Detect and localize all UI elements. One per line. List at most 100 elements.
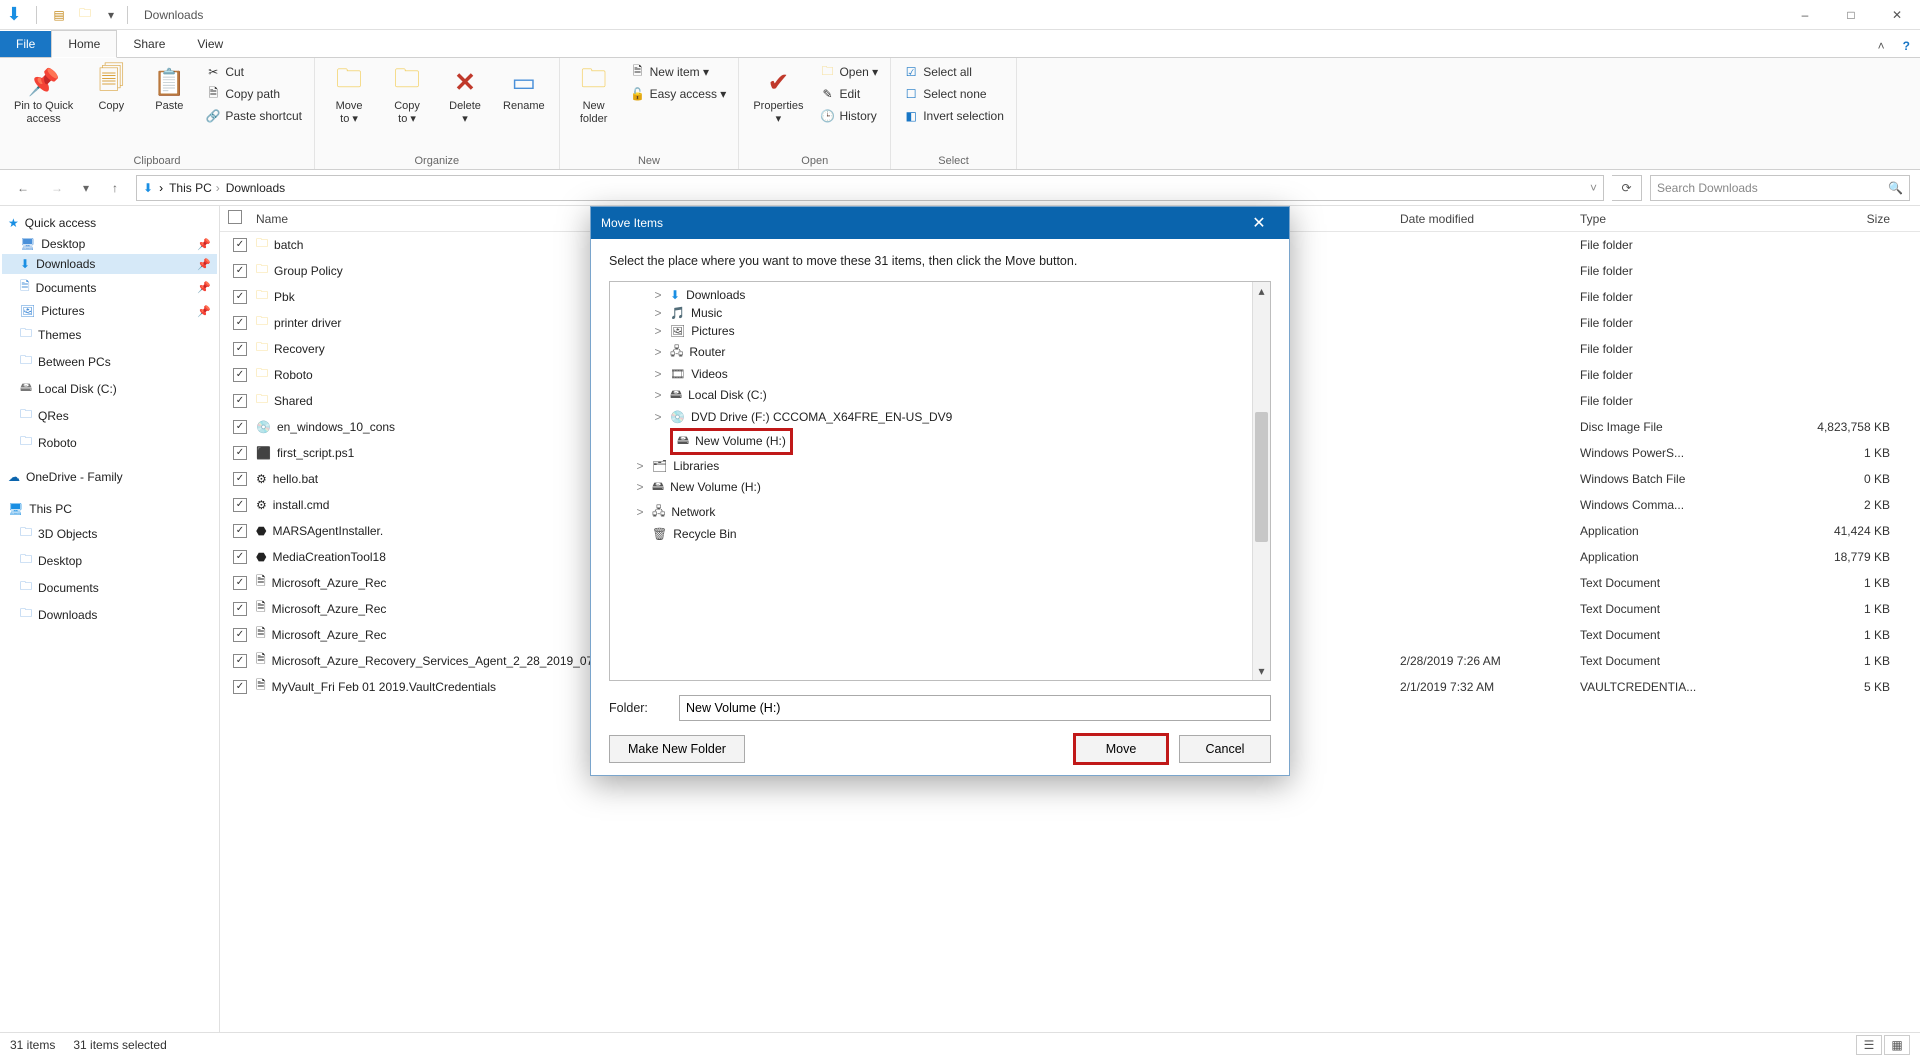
nav-up-button[interactable]: ↑ [102, 175, 128, 201]
easy-access-button[interactable]: 🔓Easy access ▾ [626, 84, 731, 104]
row-checkbox[interactable]: ✓ [233, 368, 247, 382]
sidebar-item-local-disk-c-[interactable]: 🖴Local Disk (C:) [2, 375, 217, 402]
new-folder-button[interactable]: 🗀New folder [568, 62, 620, 129]
tab-view[interactable]: View [181, 31, 239, 57]
select-all-button[interactable]: ☑Select all [899, 62, 1008, 82]
row-checkbox[interactable]: ✓ [233, 680, 247, 694]
row-checkbox[interactable]: ✓ [233, 602, 247, 616]
tree-item-libraries[interactable]: >🗂Libraries [612, 457, 1268, 475]
expander-icon[interactable]: > [634, 459, 646, 473]
column-type[interactable]: Type [1580, 212, 1760, 226]
row-checkbox[interactable]: ✓ [233, 290, 247, 304]
sidebar-item-downloads[interactable]: ⬇Downloads📌 [2, 254, 217, 274]
tree-item-dvd-drive-f-cccoma-x64fre-en-us-dv9[interactable]: >💿DVD Drive (F:) CCCOMA_X64FRE_EN-US_DV9 [612, 408, 1268, 426]
minimize-button[interactable]: – [1782, 0, 1828, 30]
row-checkbox[interactable]: ✓ [233, 446, 247, 460]
expander-icon[interactable]: > [652, 288, 664, 302]
search-input[interactable]: Search Downloads 🔍 [1650, 175, 1910, 201]
row-checkbox[interactable]: ✓ [233, 576, 247, 590]
move-confirm-button[interactable]: Move [1075, 735, 1167, 763]
column-date[interactable]: Date modified [1400, 212, 1580, 226]
row-checkbox[interactable]: ✓ [233, 550, 247, 564]
tab-home[interactable]: Home [51, 30, 117, 58]
folder-input[interactable] [679, 695, 1271, 721]
close-button[interactable]: ✕ [1874, 0, 1920, 30]
sidebar-item-themes[interactable]: 🗀Themes [2, 321, 217, 348]
row-checkbox[interactable]: ✓ [233, 498, 247, 512]
expander-icon[interactable]: > [652, 306, 664, 320]
sidebar-item-documents[interactable]: 🗎Documents📌 [2, 274, 217, 301]
copy-path-button[interactable]: 🗎Copy path [201, 84, 306, 104]
view-details-button[interactable]: ☰ [1856, 1035, 1882, 1055]
sidebar-item-between-pcs[interactable]: 🗀Between PCs [2, 348, 217, 375]
expander-icon[interactable]: > [652, 367, 664, 381]
delete-button[interactable]: ✕Delete ▾ [439, 62, 491, 129]
row-checkbox[interactable]: ✓ [233, 628, 247, 642]
breadcrumb[interactable]: ⬇ › This PC› Downloads ˅ [136, 175, 1604, 201]
qat-folder-icon[interactable]: 🗀 [75, 5, 95, 25]
tree-item-new-volume-h-[interactable]: >🖴New Volume (H:) [612, 475, 1268, 500]
move-to-button[interactable]: 🗀Move to ▾ [323, 62, 375, 129]
sidebar-item-desktop[interactable]: 🗀Desktop [2, 547, 217, 574]
scroll-up-icon[interactable]: ▴ [1253, 282, 1270, 300]
paste-shortcut-button[interactable]: 🔗Paste shortcut [201, 106, 306, 126]
scroll-thumb[interactable] [1255, 412, 1268, 542]
folder-tree[interactable]: >⬇Downloads>🎵Music>🖼Pictures>🖧Router>🎞Vi… [609, 281, 1271, 681]
nav-back-button[interactable]: ← [10, 175, 36, 201]
tab-share[interactable]: Share [117, 31, 181, 57]
tree-item-videos[interactable]: >🎞Videos [612, 365, 1268, 383]
tree-item-downloads[interactable]: >⬇Downloads [612, 286, 1268, 304]
sidebar-item-pictures[interactable]: 🖼Pictures📌 [2, 301, 217, 321]
tree-scrollbar[interactable]: ▴ ▾ [1252, 282, 1270, 680]
make-new-folder-button[interactable]: Make New Folder [609, 735, 745, 763]
cancel-button[interactable]: Cancel [1179, 735, 1271, 763]
tab-file[interactable]: File [0, 31, 51, 57]
dialog-titlebar[interactable]: Move Items ✕ [591, 207, 1289, 239]
nav-recent-button[interactable]: ▾ [78, 175, 94, 201]
expander-icon[interactable]: > [634, 505, 646, 519]
sidebar-item-documents[interactable]: 🗀Documents [2, 574, 217, 601]
tree-item-router[interactable]: >🖧Router [612, 340, 1268, 365]
view-large-button[interactable]: ▦ [1884, 1035, 1910, 1055]
tree-item-recycle-bin[interactable]: 🗑Recycle Bin [612, 525, 1268, 543]
row-checkbox[interactable]: ✓ [233, 472, 247, 486]
copy-to-button[interactable]: 🗀Copy to ▾ [381, 62, 433, 129]
tree-item-local-disk-c-[interactable]: >🖴Local Disk (C:) [612, 383, 1268, 408]
qat-dropdown-icon[interactable]: ▾ [101, 5, 121, 25]
help-icon[interactable]: ? [1893, 35, 1920, 57]
row-checkbox[interactable]: ✓ [233, 238, 247, 252]
nav-this-pc[interactable]: 🖥This PC [2, 498, 217, 520]
tree-item-music[interactable]: >🎵Music [612, 304, 1268, 322]
header-checkbox[interactable] [228, 210, 242, 224]
nav-forward-button[interactable]: → [44, 175, 70, 201]
cut-button[interactable]: ✂Cut [201, 62, 306, 82]
expander-icon[interactable]: > [652, 410, 664, 424]
sidebar-item-downloads[interactable]: 🗀Downloads [2, 601, 217, 628]
row-checkbox[interactable]: ✓ [233, 264, 247, 278]
pin-to-quick-access-button[interactable]: 📌 Pin to Quick access [8, 62, 79, 129]
ribbon-collapse-icon[interactable]: ˄ [1870, 35, 1893, 57]
history-button[interactable]: 🕒History [815, 106, 882, 126]
open-button[interactable]: 🗀Open ▾ [815, 62, 882, 82]
invert-selection-button[interactable]: ◧Invert selection [899, 106, 1008, 126]
expander-icon[interactable]: > [652, 388, 664, 402]
rename-button[interactable]: ▭Rename [497, 62, 551, 117]
sidebar-item-desktop[interactable]: 🖥Desktop📌 [2, 234, 217, 254]
nav-onedrive[interactable]: ☁OneDrive - Family [2, 466, 217, 488]
tree-item-new-volume-h-[interactable]: 🖴New Volume (H:) [612, 426, 1268, 457]
refresh-button[interactable]: ⟳ [1612, 175, 1642, 201]
scroll-down-icon[interactable]: ▾ [1253, 662, 1270, 680]
sidebar-item-3d-objects[interactable]: 🗀3D Objects [2, 520, 217, 547]
column-size[interactable]: Size [1760, 212, 1920, 226]
new-item-button[interactable]: 🗎New item ▾ [626, 62, 731, 82]
sidebar-item-roboto[interactable]: 🗀Roboto [2, 429, 217, 456]
properties-button[interactable]: ✔Properties ▾ [747, 62, 809, 129]
sidebar-item-qres[interactable]: 🗀QRes [2, 402, 217, 429]
qat-save-icon[interactable]: ▤ [49, 5, 69, 25]
address-dropdown-icon[interactable]: ˅ [1590, 181, 1597, 195]
expander-icon[interactable]: > [634, 480, 646, 494]
expander-icon[interactable]: > [652, 345, 664, 359]
row-checkbox[interactable]: ✓ [233, 420, 247, 434]
row-checkbox[interactable]: ✓ [233, 342, 247, 356]
row-checkbox[interactable]: ✓ [233, 654, 247, 668]
